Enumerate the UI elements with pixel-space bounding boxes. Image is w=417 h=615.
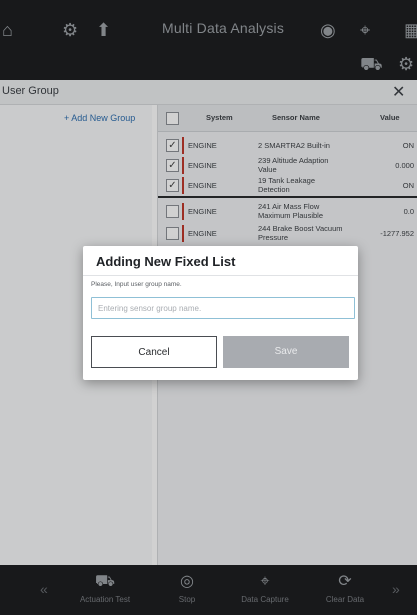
dialog-title: Adding New Fixed List: [96, 254, 236, 269]
dialog-prompt: Please, Input user group name.: [91, 281, 182, 288]
add-fixed-list-dialog: Adding New Fixed List Please, Input user…: [83, 246, 358, 380]
save-button[interactable]: Save: [223, 336, 349, 368]
dialog-divider: [83, 275, 358, 276]
group-name-input[interactable]: [91, 297, 355, 319]
cancel-button[interactable]: Cancel: [91, 336, 217, 368]
screen: ⌂ ⚙ ⬆ Multi Data Analysis ◉ ⌖ ▦ ⛟ ⚙ User…: [0, 0, 417, 615]
